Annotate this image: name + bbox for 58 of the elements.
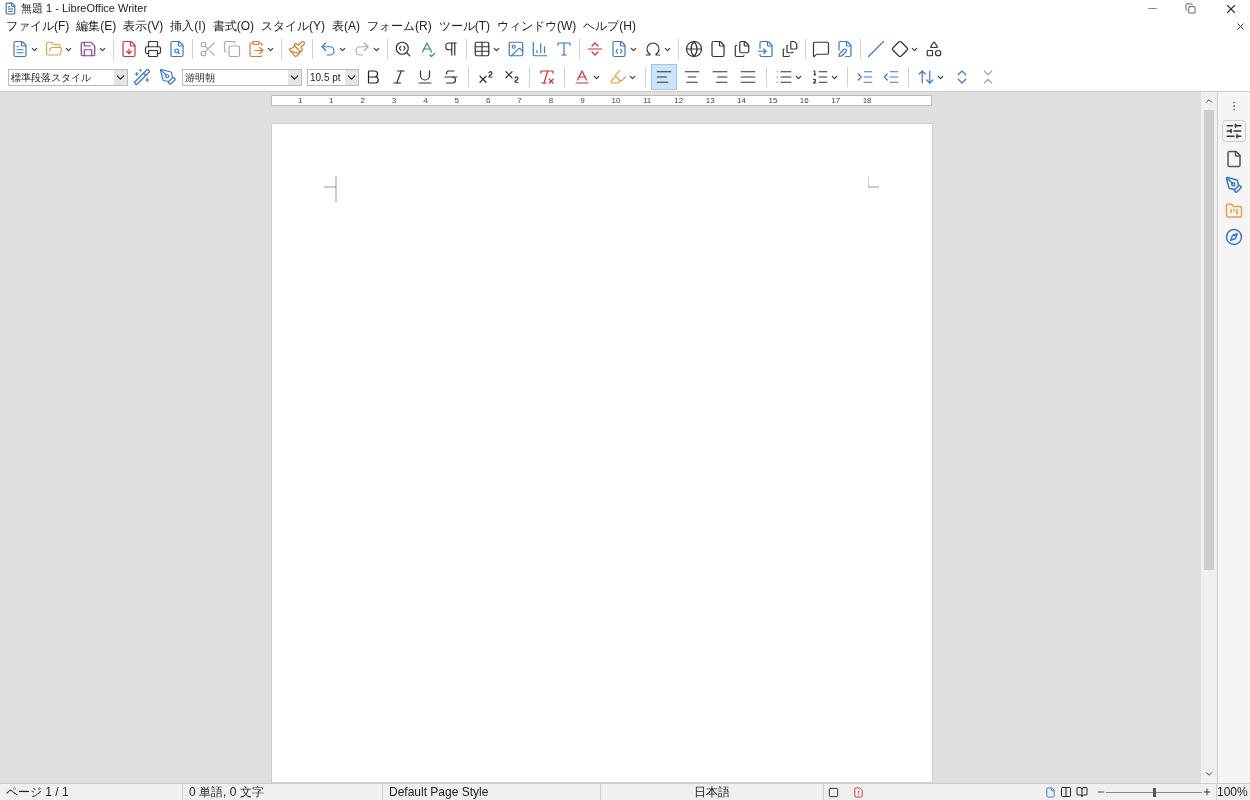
- zoom-in-icon[interactable]: [1202, 787, 1212, 797]
- menu-item[interactable]: 書式(O): [212, 17, 254, 35]
- single-page-view-icon[interactable]: [1045, 786, 1056, 798]
- menu-item[interactable]: ツール(T): [438, 17, 490, 35]
- font-name-field[interactable]: 游明朝: [182, 68, 302, 86]
- scroll-up-icon[interactable]: [1204, 96, 1214, 106]
- multi-page-view-icon[interactable]: [1060, 786, 1072, 798]
- menu-item[interactable]: 表示(V): [123, 17, 164, 35]
- paragraph-style-field[interactable]: 標準段落スタイル: [8, 68, 128, 86]
- ruler-number: 5: [454, 94, 460, 107]
- ruler-number: 7: [517, 94, 523, 107]
- scroll-down-icon[interactable]: [1204, 769, 1214, 779]
- vertical-scrollbar[interactable]: [1201, 92, 1217, 783]
- ruler-number: 11: [642, 94, 653, 107]
- page-style[interactable]: Default Page Style: [383, 783, 601, 800]
- ruler-number: 4: [423, 94, 429, 107]
- menu-item[interactable]: フォーム(R): [367, 17, 432, 35]
- document-icon: [4, 2, 17, 15]
- close-document-icon[interactable]: [1235, 20, 1246, 32]
- window-title: 無題 1 - LibreOffice Writer: [21, 1, 148, 17]
- ruler-number: 15: [768, 94, 779, 107]
- book-view-icon[interactable]: [1076, 786, 1088, 798]
- word-count: 0 単語, 0 文字: [183, 783, 383, 800]
- ruler-number: 1: [298, 94, 304, 107]
- menu-item[interactable]: 表(A): [332, 17, 360, 35]
- ruler-number: 9: [580, 94, 586, 107]
- font-size-field[interactable]: 10.5 pt: [307, 68, 359, 86]
- align-left-icon[interactable]: [651, 64, 677, 90]
- ruler-number: 18: [862, 94, 873, 107]
- menu-item[interactable]: ファイル(F): [6, 17, 70, 35]
- ruler-number: 10: [611, 94, 622, 107]
- margin-corner-mark: [867, 176, 880, 188]
- language[interactable]: 日本語: [601, 783, 824, 800]
- ruler-number: 3: [391, 94, 398, 107]
- ruler-number: 12: [674, 94, 685, 107]
- restore-icon[interactable]: [1185, 3, 1196, 14]
- ruler-number: 16: [799, 94, 810, 107]
- ruler-number: 1: [329, 94, 335, 107]
- ruler-number: 6: [485, 94, 492, 107]
- menu-item[interactable]: ウィンドウ(W): [497, 17, 577, 35]
- navigator-icon[interactable]: [1225, 228, 1243, 246]
- properties-icon[interactable]: [1222, 120, 1246, 142]
- ruler-number: 13: [705, 94, 716, 107]
- ruler[interactable]: 1 1 2 3 4 5 6 7 8 9 10 11 12 13 14 15 16 17 18: [271, 95, 932, 106]
- margin-corner-mark: [323, 176, 337, 202]
- ruler-number: 8: [548, 94, 555, 107]
- ruler-number: 2: [360, 94, 366, 107]
- ruler-number: 17: [831, 94, 842, 107]
- document-modified-icon: [853, 786, 864, 798]
- menu-item[interactable]: ヘルプ(H): [583, 17, 636, 35]
- menu-item[interactable]: スタイル(Y): [261, 17, 325, 35]
- ruler-number: 14: [737, 94, 747, 107]
- zoom-slider[interactable]: [1106, 787, 1202, 797]
- menu-item[interactable]: 編集(E): [76, 17, 117, 35]
- page-icon[interactable]: [1225, 150, 1243, 168]
- menu-item[interactable]: 挿入(I): [170, 17, 206, 35]
- zoom-percent[interactable]: 100%: [1216, 783, 1250, 800]
- page-count: ページ 1 / 1: [0, 783, 183, 800]
